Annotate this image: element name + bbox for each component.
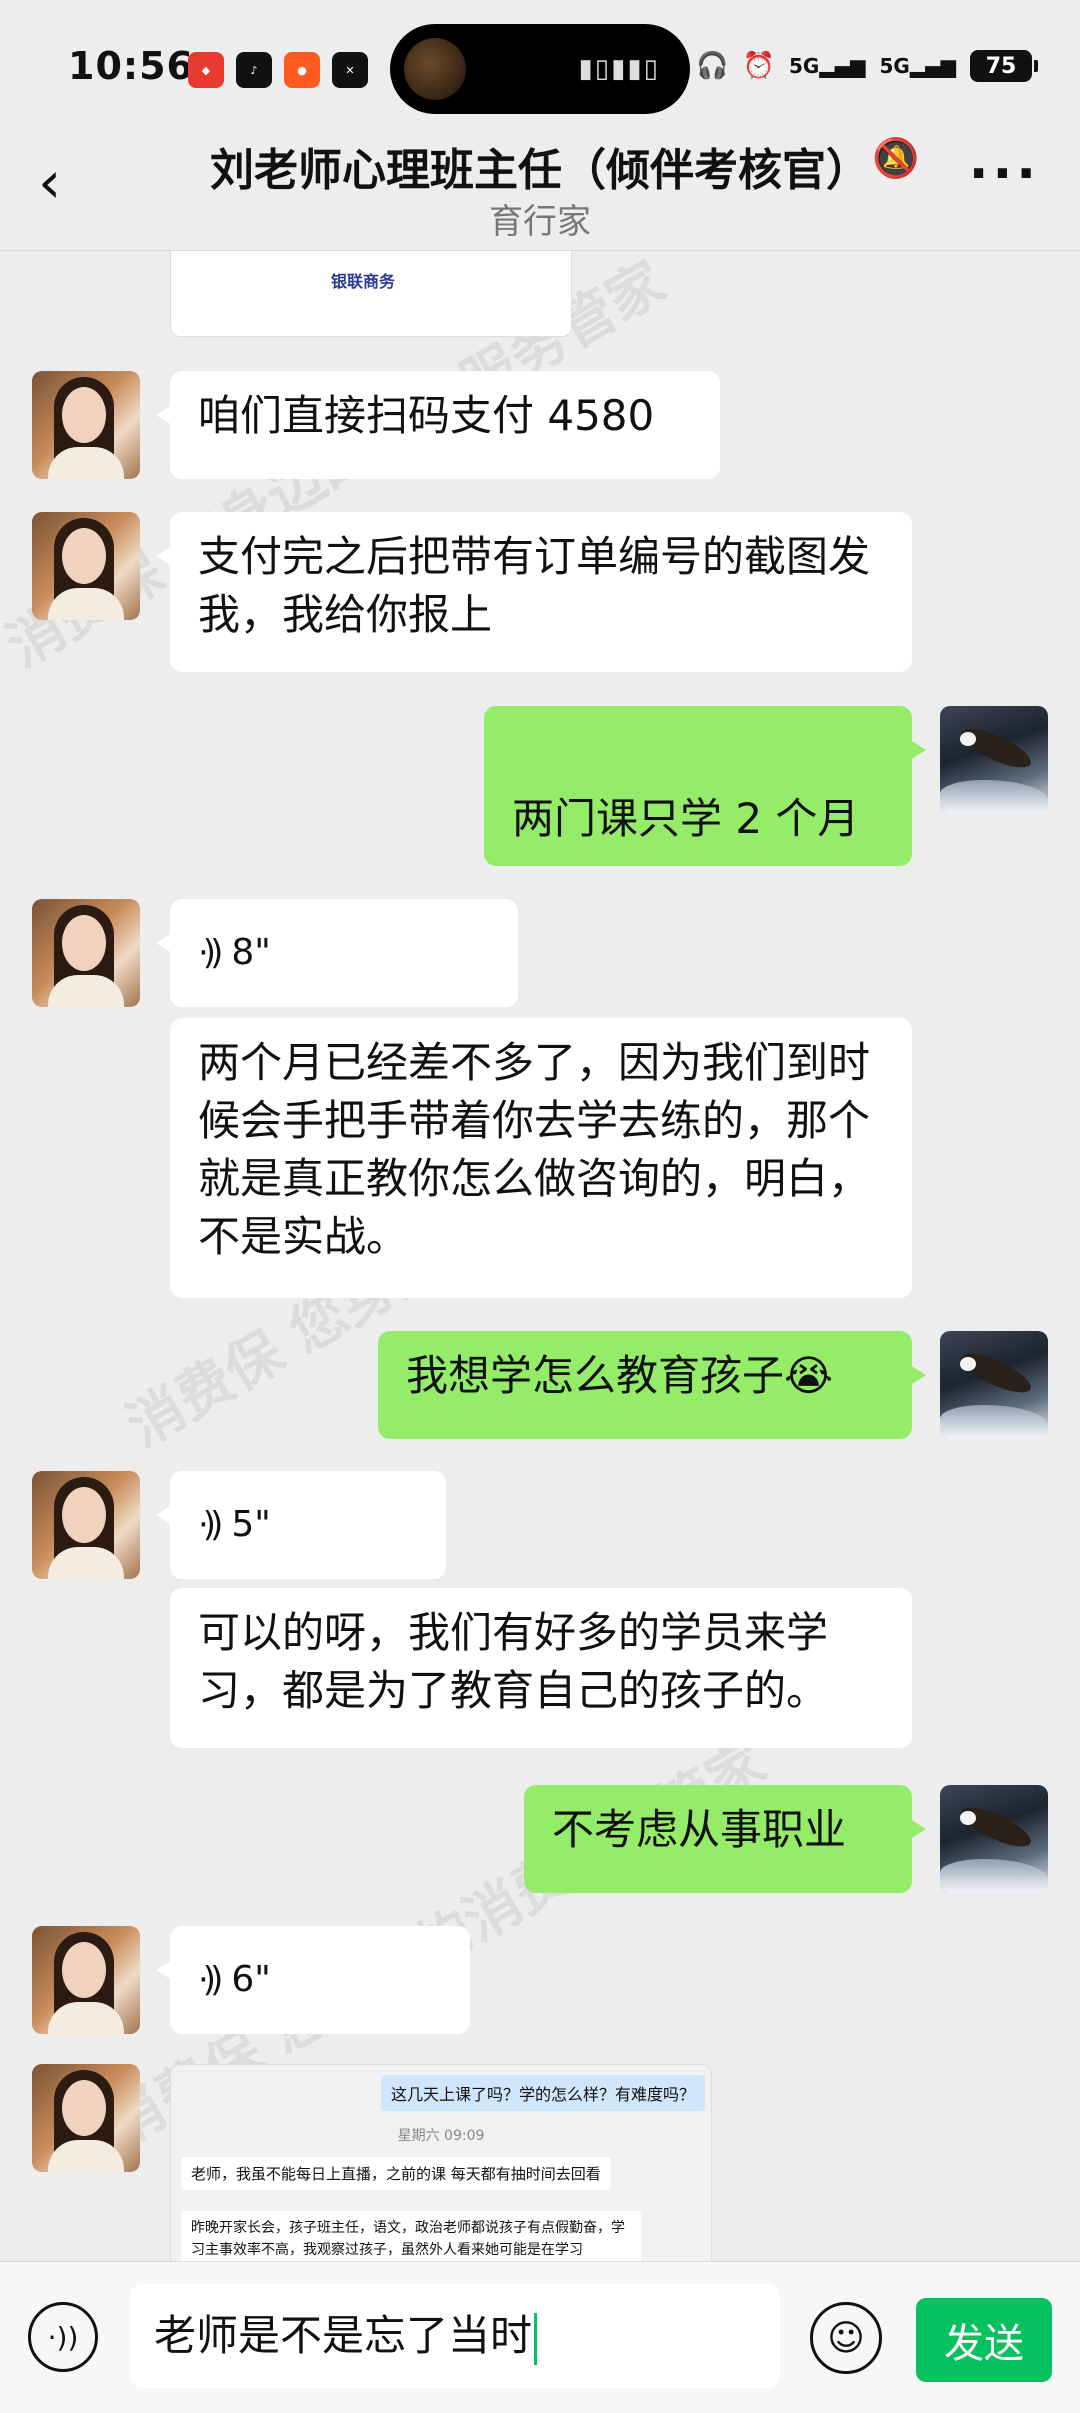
card-logo: 银联商务 <box>331 272 396 291</box>
dynamic-island: ▮▯▮▮▯ <box>390 24 690 114</box>
capcut-icon: ✕ <box>332 52 368 88</box>
input-bar: ·)) 老师是不是忘了当时 ☺ 发送 <box>0 2261 1080 2413</box>
screenshot-reply-1: 老师，我虽不能每日上直播，之前的课 每天都有抽时间去回看 <box>181 2157 611 2190</box>
smiley-icon: ☺ <box>827 2317 865 2359</box>
avatar-teacher[interactable] <box>32 899 140 1007</box>
alarm-icon: ⏰ <box>742 51 775 81</box>
message-bubble[interactable]: 两门课只学 2 个月 <box>484 706 926 866</box>
voice-message[interactable]: ·)) 5" <box>156 1471 446 1579</box>
voice-icon: ·)) <box>47 2320 79 2354</box>
chat-header: ‹ 刘老师心理班主任（倾伴考核官） 育行家 🔕 ··· <box>0 120 1080 251</box>
voice-duration: 5" <box>231 1504 271 1545</box>
headphones-icon: 🎧 <box>696 51 729 81</box>
message-bubble[interactable]: 不考虑从事职业 <box>524 1785 926 1893</box>
status-bar: 10:56 ◆ ♪ ● ✕ ▮▯▮▮▯ 🎧 ⏰ 5G▂▄▆ 5G▂▄▆ 75 <box>0 0 1080 140</box>
tiktok-icon: ♪ <box>236 52 272 88</box>
music-cover-icon <box>404 38 466 100</box>
screenshot-timestamp: 星期六 09:09 <box>397 2128 485 2144</box>
image-message[interactable]: 这几天上课了吗？学的怎么样？有难度吗？ 星期六 09:09 老师，我虽不能每日上… <box>170 2064 712 2261</box>
avatar-me[interactable] <box>940 706 1048 814</box>
signal-icon-1: 5G▂▄▆ <box>789 54 866 78</box>
message-bubble[interactable]: 两个月已经差不多了，因为我们到时候会手把手带着你去学去练的，那个就是真正教你怎么… <box>170 1018 912 1298</box>
avatar-me[interactable] <box>940 1331 1048 1439</box>
screenshot-reply-2: 昨晚开家长会，孩子班主任，语文，政治老师都说孩子有点假勤奋，学习主事效率不高，我… <box>181 2211 641 2261</box>
voice-message[interactable]: ·)) 6" <box>156 1926 470 2034</box>
message-input[interactable]: 老师是不是忘了当时 <box>130 2284 780 2388</box>
message-bubble[interactable]: 可以的呀，我们有好多的学员来学习，都是为了教育自己的孩子的。 <box>170 1588 912 1748</box>
avatar-me[interactable] <box>940 1785 1048 1893</box>
status-indicators: 🎧 ⏰ 5G▂▄▆ 5G▂▄▆ 75 <box>696 50 1038 82</box>
avatar-teacher[interactable] <box>32 1471 140 1579</box>
voice-duration: 6" <box>231 1959 271 2000</box>
mute-bell-icon: 🔕 <box>872 136 920 180</box>
battery-icon: 75 <box>970 50 1038 82</box>
clock: 10:56 <box>68 44 194 88</box>
chat-subtitle: 育行家 <box>489 202 591 242</box>
emoji-button[interactable]: ☺ <box>810 2302 882 2374</box>
avatar-teacher[interactable] <box>32 371 140 479</box>
audio-wave-icon: ▮▯▮▮▯ <box>578 54 660 84</box>
message-bubble[interactable]: 我想学怎么教育孩子😭 <box>378 1331 926 1439</box>
send-button[interactable]: 发送 <box>916 2298 1052 2382</box>
app-icon-3: ● <box>284 52 320 88</box>
avatar-teacher[interactable] <box>32 2064 140 2172</box>
more-button[interactable]: ··· <box>969 144 1040 204</box>
voice-wave-icon: ·)) <box>198 1505 223 1545</box>
payment-card[interactable]: 银联商务 <box>170 251 572 337</box>
message-list[interactable]: 银联商务 咱们直接扫码支付 4580 支付完之后把带有订单编号的截图发我，我给你… <box>0 251 1080 2261</box>
voice-message[interactable]: ·)) 8" <box>156 899 518 1007</box>
app-icon-1: ◆ <box>188 52 224 88</box>
voice-wave-icon: ·)) <box>198 933 223 973</box>
voice-input-button[interactable]: ·)) <box>28 2302 98 2372</box>
avatar-teacher[interactable] <box>32 1926 140 2034</box>
notification-icons: ◆ ♪ ● ✕ <box>188 52 368 88</box>
message-bubble[interactable]: 咱们直接扫码支付 4580 <box>156 371 720 479</box>
message-bubble[interactable]: 支付完之后把带有订单编号的截图发我，我给你报上 <box>156 512 912 672</box>
screenshot-question: 这几天上课了吗？学的怎么样？有难度吗？ <box>380 2075 705 2111</box>
text-cursor <box>534 2312 538 2365</box>
voice-duration: 8" <box>231 932 271 973</box>
signal-icon-2: 5G▂▄▆ <box>879 54 957 78</box>
avatar-teacher[interactable] <box>32 512 140 620</box>
voice-wave-icon: ·)) <box>198 1960 223 2000</box>
